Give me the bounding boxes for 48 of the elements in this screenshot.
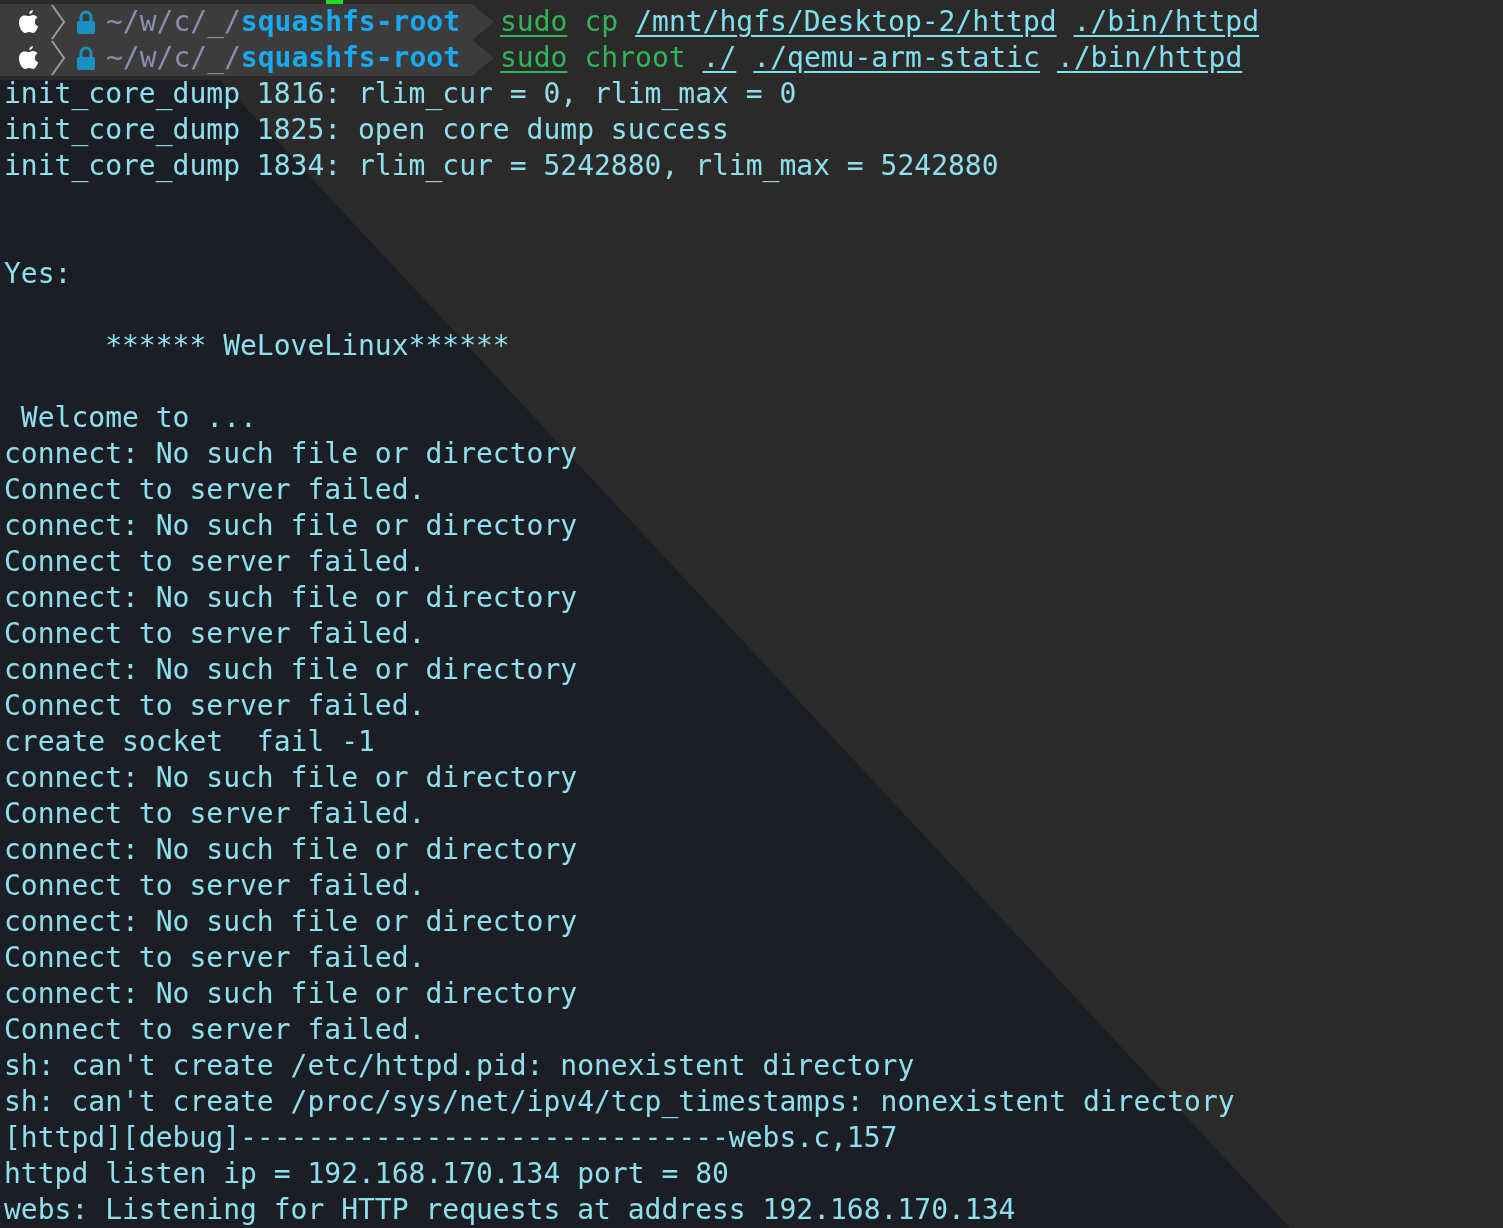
output-line: Connect to server failed. [4,941,426,974]
output-line: httpd listen ip = 192.168.170.134 port = 80 [4,1157,729,1190]
output-line: connect: No such file or directory [4,509,578,542]
command-argument: cp [584,4,619,40]
output-line: Connect to server failed. [4,473,426,506]
output-line: Welcome to ... [19,401,257,434]
output-line: Connect to server failed. [4,797,426,830]
apple-logo-icon [18,45,40,71]
path-argument: ./bin/httpd [1073,4,1260,40]
prompt-path: ~/w/c/_/ [106,40,241,76]
command-name: sudo [500,4,568,40]
path-argument: ./bin/httpd [1056,40,1243,76]
output-line: Connect to server failed. [4,869,426,902]
output-line: init_core_dump 1834: rlim_cur = 5242880, rlim_max = 5242880 [4,149,999,182]
command-name: sudo [500,40,568,76]
prompt-path: ~/w/c/_/ [106,4,241,40]
output-line: connect: No such file or directory [4,833,578,866]
output-line: Connect to server failed. [4,689,426,722]
output-line: connect: No such file or directory [4,653,578,686]
command-argument: chroot [584,40,686,76]
path-argument: /mnt/hgfs/Desktop-2/httpd [635,4,1057,40]
output-line: Connect to server failed. [4,545,426,578]
output-line: Connect to server failed. [4,1013,426,1046]
path-argument: ./qemu-arm-static [753,40,1040,76]
lock-icon [76,46,96,70]
output-line: connect: No such file or directory [4,977,578,1010]
output-line: sh: can't create /proc/sys/net/ipv4/tcp_timestamps: nonexistent directory [4,1085,1235,1118]
output-line: ****** WeLoveLinux****** [104,329,510,362]
output-line: connect: No such file or directory [4,437,578,470]
output-line: [httpd][debug]-----------------------------webs.c,157 [4,1121,898,1154]
output-line: sh: can't create /etc/httpd.pid: nonexistent directory [4,1049,915,1082]
output-line: webs: Listening for HTTP requests at address 192.168.170.134 [4,1193,1016,1226]
output-line: Connect to server failed. [4,617,426,650]
output-line: connect: No such file or directory [4,905,578,938]
current-directory: squashfs-root [240,40,460,76]
output-line: connect: No such file or directory [4,761,578,794]
output-line: init_core_dump 1825: open core dump success [4,113,729,146]
lock-icon [76,10,96,34]
output-line: connect: No such file or directory [4,581,578,614]
apple-logo-icon [18,9,40,35]
chevron-separator-icon [50,40,66,76]
output-line: init_core_dump 1816: rlim_cur = 0, rlim_max = 0 [4,77,797,110]
output-line: create socket fail -1 [4,725,375,758]
path-argument: ./ [702,40,737,76]
output-line: Yes: [4,257,72,290]
chevron-separator-icon [50,4,66,40]
current-directory: squashfs-root [240,4,460,40]
indicator-mark [326,0,343,4]
